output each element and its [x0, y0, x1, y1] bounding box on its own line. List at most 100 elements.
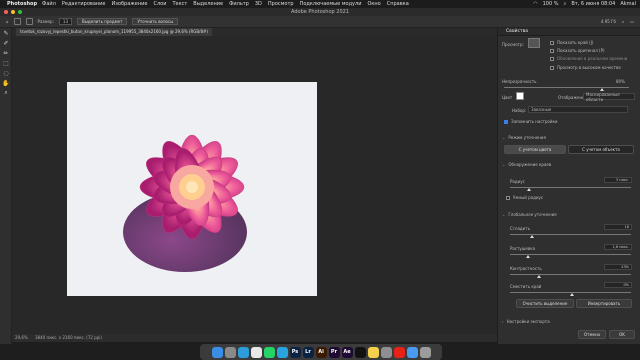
layout-icon[interactable]: ▭ — [630, 19, 634, 24]
telegram-icon[interactable] — [276, 346, 288, 358]
aftereffects-icon[interactable]: Ae — [341, 346, 353, 358]
invert-button[interactable]: Инвертировать — [576, 299, 632, 308]
view-mode-thumbnail[interactable] — [528, 38, 540, 48]
shift-edge-value[interactable]: 0% — [604, 282, 632, 288]
zoom-level[interactable]: 29,6% — [15, 335, 28, 340]
smooth-slider[interactable] — [510, 234, 631, 238]
menu-plugins[interactable]: Подключаемые модули — [300, 1, 362, 7]
contrast-slider[interactable] — [510, 274, 631, 278]
properties-title: Свойства — [498, 28, 640, 36]
refine-hair-button[interactable]: Уточнить волосы — [132, 18, 179, 25]
feather-value[interactable]: 1,6 пикс. — [604, 244, 632, 250]
document-info[interactable]: 3840 пикс. x 2160 пикс. (72 ppi) — [35, 335, 102, 340]
settings-icon[interactable] — [380, 346, 392, 358]
color-aware-button[interactable]: С учетом цвета — [504, 145, 566, 154]
preset-select[interactable]: Заказные — [528, 106, 628, 113]
object-select-icon[interactable]: ⬚ — [0, 58, 12, 68]
size-label: Размер: — [37, 19, 54, 24]
lasso-icon[interactable]: ◌ — [0, 68, 12, 78]
show-original-toggle[interactable]: Показать оригинал (P) — [550, 48, 605, 53]
menu-file[interactable]: Файл — [42, 1, 56, 7]
premiere-icon[interactable]: Pr — [328, 346, 340, 358]
smooth-knob[interactable] — [530, 235, 534, 238]
document-canvas[interactable] — [67, 82, 317, 296]
user-name[interactable]: Akmal — [620, 1, 636, 7]
illustrator-icon[interactable]: Ai — [315, 346, 327, 358]
launchpad-icon[interactable] — [224, 346, 236, 358]
capcut-icon[interactable] — [354, 346, 366, 358]
menu-image[interactable]: Изображение — [112, 1, 148, 7]
cancel-button[interactable]: Отмена — [578, 330, 606, 339]
refine-brush-icon[interactable] — [13, 18, 21, 25]
shift-edge-slider[interactable] — [510, 292, 631, 296]
zoom-icon[interactable]: ⌕ — [0, 88, 12, 98]
menu-type[interactable]: Текст — [172, 1, 187, 7]
zoom-window-icon[interactable] — [18, 10, 22, 14]
menu-window[interactable]: Окно — [367, 1, 380, 7]
menu-select[interactable]: Выделение — [193, 1, 223, 7]
document-tab[interactable]: tsvetok_rozovyj_lepestki_buton_krupnyei_… — [16, 28, 212, 36]
menu-filter[interactable]: Фильтр — [229, 1, 249, 7]
canvas-area[interactable] — [12, 36, 497, 334]
object-aware-button[interactable]: С учетом объекта — [568, 145, 634, 154]
feather-label: Растушевка — [510, 246, 536, 251]
color-swatch[interactable] — [516, 92, 524, 100]
clock[interactable]: Вт, 6 июня 08:04 — [571, 1, 615, 7]
youtube-icon[interactable] — [393, 346, 405, 358]
size-input[interactable]: 13 — [58, 18, 72, 25]
transparency-value[interactable]: 80% — [616, 79, 625, 84]
contrast-value[interactable]: 23% — [604, 264, 632, 270]
finder-icon[interactable] — [211, 346, 223, 358]
feather-knob[interactable] — [526, 255, 530, 258]
shift-edge-knob[interactable] — [570, 293, 574, 296]
remember-toggle[interactable]: Запомнить настройки — [504, 119, 557, 124]
ok-button[interactable]: OK — [609, 330, 635, 339]
safari-icon[interactable] — [237, 346, 249, 358]
brush-icon[interactable]: ✏ — [0, 48, 12, 58]
menu-layers[interactable]: Слои — [153, 1, 166, 7]
show-edge-toggle[interactable]: Показать край (J) — [550, 40, 593, 45]
app-menu[interactable]: Photoshop — [7, 1, 37, 7]
radius-slider[interactable] — [510, 187, 631, 191]
smooth-label: Сгладить — [510, 226, 530, 231]
lightroom-icon[interactable]: Lr — [302, 346, 314, 358]
mode-select[interactable]: Маскированные области — [583, 92, 635, 102]
menu-edit[interactable]: Редактирование — [62, 1, 106, 7]
realtime-toggle[interactable]: Обновление в реальном времени — [550, 56, 627, 61]
smooth-value[interactable]: 18 — [604, 224, 632, 230]
whatsapp-icon[interactable] — [263, 346, 275, 358]
search-icon[interactable]: ⌕ — [564, 1, 567, 7]
global-section-header[interactable]: ⌄ Глобальное уточнение — [502, 212, 557, 217]
notes-icon[interactable] — [367, 346, 379, 358]
files-icon[interactable] — [406, 346, 418, 358]
menu-help[interactable]: Справка — [387, 1, 409, 7]
smart-radius-toggle[interactable]: Умный радиус — [506, 195, 543, 200]
search-icon[interactable]: ⌕ — [622, 19, 624, 24]
transparency-slider[interactable] — [504, 87, 629, 91]
edge-section-header[interactable]: ⌄ Обнаружение краев — [502, 162, 551, 167]
clear-selection-button[interactable]: Очистить выделение — [516, 299, 574, 308]
select-subject-button[interactable]: Выделить предмет — [77, 18, 128, 25]
brush-mode-icon[interactable] — [25, 18, 33, 25]
minimize-window-icon[interactable] — [11, 10, 15, 14]
hq-preview-toggle[interactable]: Просмотр в высоком качестве — [550, 65, 621, 70]
contrast-knob[interactable] — [537, 275, 541, 278]
wifi-icon[interactable]: ◠ — [533, 1, 537, 7]
trash-icon[interactable] — [419, 346, 431, 358]
contrast-label: Контрастность — [510, 266, 542, 271]
close-window-icon[interactable] — [4, 10, 8, 14]
chrome-icon[interactable] — [250, 346, 262, 358]
home-icon[interactable]: ⌂ — [6, 19, 9, 24]
radius-value[interactable]: 3 пикс. — [604, 177, 632, 183]
radius-knob[interactable] — [527, 188, 531, 191]
quick-select-icon[interactable]: ✎ — [0, 28, 12, 38]
hand-icon[interactable]: ✋ — [0, 78, 12, 88]
output-section-header[interactable]: › Настройки экспорта — [502, 319, 550, 324]
battery-label[interactable]: 100 % — [543, 1, 559, 7]
feather-slider[interactable] — [510, 254, 631, 258]
menu-3d[interactable]: 3D — [255, 1, 262, 7]
menu-view[interactable]: Просмотр — [268, 1, 294, 7]
mode-section-header[interactable]: ⌄ Режим уточнения — [502, 135, 546, 140]
photoshop-icon[interactable]: Ps — [289, 346, 301, 358]
refine-edge-brush-icon[interactable]: ✐ — [0, 38, 12, 48]
